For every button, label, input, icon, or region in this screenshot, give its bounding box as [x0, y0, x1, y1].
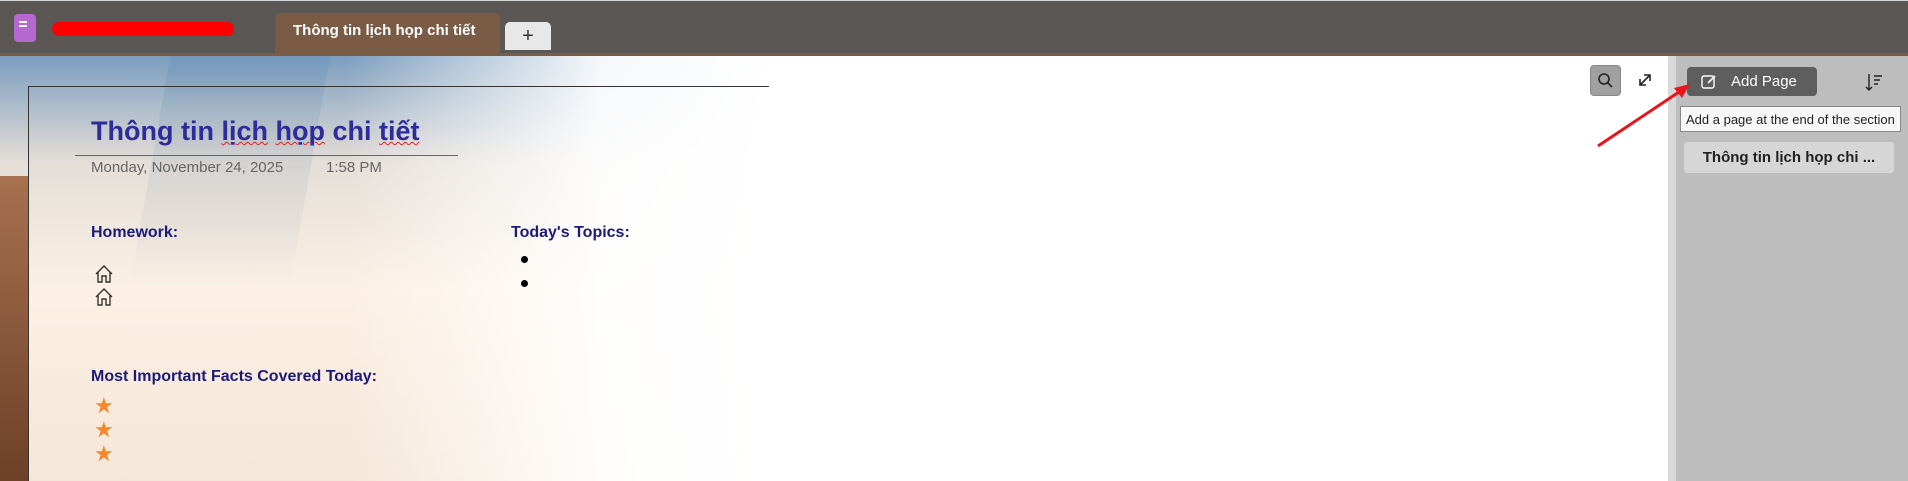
- page-date[interactable]: Monday, November 24, 2025: [91, 159, 283, 176]
- topics-heading[interactable]: Today's Topics:: [511, 224, 630, 242]
- add-page-button[interactable]: Add Page: [1687, 67, 1817, 96]
- page-canvas[interactable]: Thông tin lịch họp chi tiết Monday, Nove…: [0, 56, 1668, 481]
- title-part-misspelled: họp: [275, 116, 325, 146]
- topic-bullet[interactable]: [521, 280, 528, 287]
- star-icon: ★: [94, 441, 114, 466]
- facts-heading[interactable]: Most Important Facts Covered Today:: [91, 368, 377, 386]
- sort-icon[interactable]: [1862, 70, 1886, 94]
- annotation-arrow: [1597, 84, 1690, 148]
- add-page-label: Add Page: [1731, 73, 1797, 90]
- add-section-tab-button[interactable]: +: [505, 22, 551, 50]
- notebook-name-redacted[interactable]: [52, 22, 234, 36]
- edit-page-icon: [1701, 75, 1716, 89]
- title-part-misspelled: lịch: [221, 116, 268, 146]
- tab-page-section[interactable]: Thông tin lịch họp chi tiết: [275, 13, 500, 53]
- notebook-icon[interactable]: [14, 14, 36, 42]
- page-time[interactable]: 1:58 PM: [326, 159, 382, 176]
- star-icon: ★: [94, 393, 114, 418]
- title-part: chi: [324, 116, 379, 146]
- title-part-misspelled: tiết: [378, 116, 420, 146]
- house-icon: [95, 288, 113, 306]
- homework-heading[interactable]: Homework:: [91, 224, 178, 242]
- star-icon: ★: [94, 417, 114, 442]
- house-icon: [95, 265, 113, 283]
- add-page-tooltip: Add a page at the end of the section: [1680, 106, 1901, 132]
- page-title[interactable]: Thông tin lịch họp chi tiết: [91, 116, 419, 147]
- topic-bullet[interactable]: [521, 256, 528, 263]
- title-part: Thông tin: [91, 116, 222, 146]
- background-image-edge: [0, 176, 28, 481]
- top-border: [0, 0, 1908, 1]
- title-underline: [75, 155, 458, 156]
- page-list-item[interactable]: Thông tin lịch họp chi ...: [1684, 142, 1894, 173]
